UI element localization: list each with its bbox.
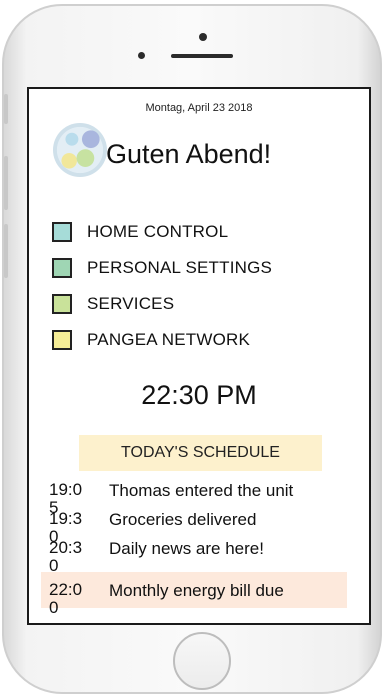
volume-down-button — [4, 224, 8, 278]
menu-item-label: HOME CONTROL — [87, 222, 229, 241]
menu-item-label: PANGEA NETWORK — [87, 330, 251, 349]
menu-item-label: PERSONAL SETTINGS — [87, 258, 273, 277]
volume-up-button — [4, 156, 8, 210]
phone-screen: Montag, April 23 2018 Guten Abend! HOME … — [27, 87, 371, 625]
schedule-item-time: 22:00 — [49, 580, 83, 617]
menu-item-label: SERVICES — [87, 294, 175, 313]
schedule-title: TODAY'S SCHEDULE — [79, 435, 322, 471]
home-button[interactable] — [173, 632, 231, 690]
schedule-item-text: Monthly energy bill due — [109, 581, 284, 600]
front-camera — [199, 33, 207, 41]
schedule-item-text: Daily news are here! — [109, 539, 264, 558]
menu-item-home-control[interactable]: HOME CONTROL — [52, 214, 272, 250]
menu-item-personal-settings[interactable]: PERSONAL SETTINGS — [52, 250, 272, 286]
current-time: 22:30 PM — [141, 380, 257, 410]
mute-switch — [4, 94, 8, 124]
schedule-item-text: Groceries delivered — [109, 510, 257, 529]
color-swatch — [52, 222, 72, 242]
date-label: Montag, April 23 2018 — [145, 102, 253, 114]
menu-item-services[interactable]: SERVICES — [52, 286, 272, 322]
earpiece-speaker — [171, 54, 233, 58]
color-swatch — [52, 258, 72, 278]
schedule-item-highlighted[interactable]: 22:00 Monthly energy bill due — [41, 572, 347, 617]
globe-logo-icon — [53, 123, 107, 177]
schedule-list: 19:05 Thomas entered the unit 19:30 Groc… — [41, 481, 347, 617]
schedule-item[interactable]: 19:30 Groceries delivered — [41, 510, 347, 546]
schedule-item[interactable]: 20:30 Daily news are here! — [41, 539, 347, 575]
main-menu: HOME CONTROL PERSONAL SETTINGS SERVICES … — [52, 214, 272, 358]
proximity-sensor — [138, 52, 145, 59]
schedule-item[interactable]: 19:05 Thomas entered the unit — [41, 481, 347, 517]
schedule-item-time: 20:30 — [49, 538, 83, 575]
schedule-item-text: Thomas entered the unit — [109, 481, 294, 500]
greeting-title: Guten Abend! — [106, 139, 272, 169]
color-swatch — [52, 294, 72, 314]
color-swatch — [52, 330, 72, 350]
menu-item-pangea-network[interactable]: PANGEA NETWORK — [52, 322, 272, 358]
